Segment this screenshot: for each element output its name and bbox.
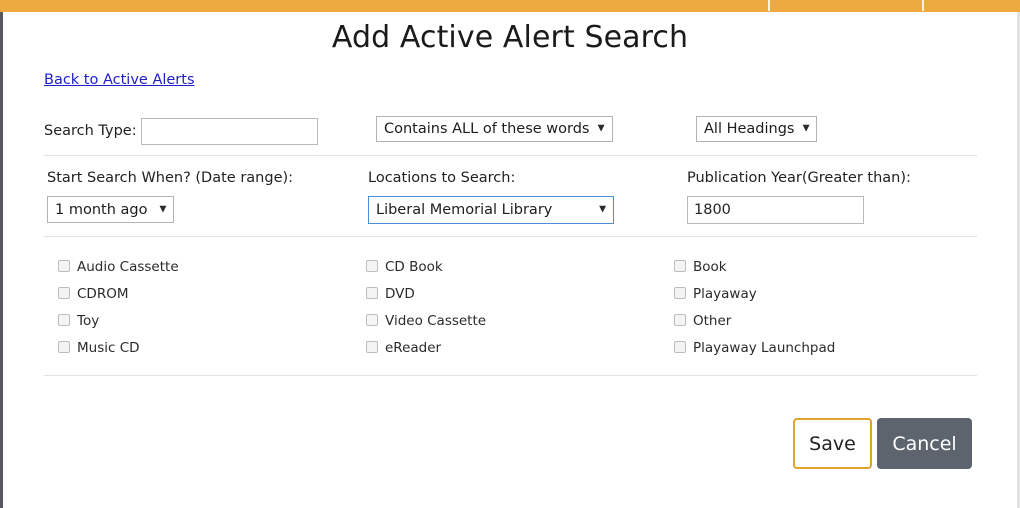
publication-year-input[interactable] <box>687 196 864 224</box>
locations-value: Liberal Memorial Library <box>376 202 553 218</box>
chevron-down-icon: ▼ <box>802 123 810 134</box>
checkbox-icon[interactable] <box>674 259 686 272</box>
checkbox-label: Music CD <box>77 339 140 356</box>
checkbox-item[interactable]: Toy <box>58 307 179 334</box>
checkbox-icon[interactable] <box>366 340 378 353</box>
headings-select[interactable]: All Headings ▼ <box>696 116 818 142</box>
locations-label: Locations to Search: <box>368 170 516 186</box>
chevron-down-icon: ▼ <box>597 123 605 134</box>
chevron-down-icon: ▼ <box>159 204 167 214</box>
checkbox-label: Other <box>693 312 732 329</box>
publication-year-group: Publication Year(Greater than): <box>687 170 911 224</box>
criteria-row: Start Search When? (Date range): 1 month… <box>3 156 1017 236</box>
format-column-3: Book Playaway Other Playaway Launchpad <box>674 253 835 361</box>
date-range-select[interactable]: 1 month ago ▼ <box>47 196 175 223</box>
locations-select[interactable]: Liberal Memorial Library ▼ <box>368 196 614 224</box>
checkbox-label: DVD <box>385 285 415 302</box>
search-type-label: Search Type: <box>44 123 137 139</box>
search-type-input[interactable] <box>140 117 318 145</box>
checkbox-item[interactable]: CDROM <box>58 280 179 307</box>
top-bar-separator <box>922 0 924 11</box>
locations-group: Locations to Search: Liberal Memorial Li… <box>368 170 614 224</box>
checkbox-label: Audio Cassette <box>77 258 179 275</box>
date-range-label: Start Search When? (Date range): <box>47 170 294 186</box>
checkbox-icon[interactable] <box>366 286 378 299</box>
checkbox-label: eReader <box>385 339 442 356</box>
checkbox-item[interactable]: Playaway Launchpad <box>674 334 835 361</box>
publication-year-label: Publication Year(Greater than): <box>687 170 911 186</box>
checkbox-item[interactable]: Audio Cassette <box>58 253 179 280</box>
checkbox-icon[interactable] <box>58 286 70 299</box>
checkbox-icon[interactable] <box>58 313 70 326</box>
checkbox-icon[interactable] <box>58 259 70 272</box>
checkbox-item[interactable]: Music CD <box>58 334 179 361</box>
top-bar-separator <box>768 0 770 11</box>
app-top-bar <box>0 0 1020 12</box>
checkbox-label: Video Cassette <box>385 312 487 329</box>
checkbox-label: CD Book <box>385 258 443 275</box>
checkbox-item[interactable]: Playaway <box>674 280 835 307</box>
checkbox-item[interactable]: Book <box>674 253 835 280</box>
match-mode-value: Contains ALL of these words <box>384 121 590 137</box>
back-to-active-alerts-link[interactable]: Back to Active Alerts <box>44 72 195 88</box>
headings-value: All Headings <box>704 121 795 137</box>
cancel-button[interactable]: Cancel <box>877 418 972 469</box>
chevron-down-icon: ▼ <box>599 204 606 215</box>
checkbox-icon[interactable] <box>674 313 686 326</box>
checkbox-label: Book <box>693 258 727 275</box>
match-mode-select[interactable]: Contains ALL of these words ▼ <box>376 116 613 142</box>
format-column-2: CD Book DVD Video Cassette eReader <box>366 253 486 361</box>
date-range-value: 1 month ago <box>55 201 148 218</box>
checkbox-label: Toy <box>77 312 100 329</box>
page-content: Add Active Alert Search Back to Active A… <box>3 12 1017 508</box>
checkbox-item[interactable]: DVD <box>366 280 486 307</box>
checkbox-icon[interactable] <box>366 313 378 326</box>
page-root: Add Active Alert Search Back to Active A… <box>0 0 1020 508</box>
checkbox-item[interactable]: CD Book <box>366 253 486 280</box>
save-button[interactable]: Save <box>793 418 872 469</box>
checkbox-item[interactable]: Video Cassette <box>366 307 486 334</box>
footer-actions: Save Cancel <box>3 376 1017 476</box>
checkbox-icon[interactable] <box>674 340 686 353</box>
format-column-1: Audio Cassette CDROM Toy Music CD <box>58 253 179 361</box>
checkbox-item[interactable]: Other <box>674 307 835 334</box>
checkbox-label: Playaway <box>693 285 757 302</box>
date-range-group: Start Search When? (Date range): 1 month… <box>47 170 293 223</box>
checkbox-item[interactable]: eReader <box>366 334 486 361</box>
checkbox-label: CDROM <box>77 285 129 302</box>
back-link-container: Back to Active Alerts <box>3 55 1017 88</box>
search-type-row: Search Type: Contains ALL of these words… <box>3 107 1017 155</box>
checkbox-icon[interactable] <box>674 286 686 299</box>
checkbox-icon[interactable] <box>366 259 378 272</box>
format-checkbox-row: Audio Cassette CDROM Toy Music CD CD Boo… <box>3 237 1017 375</box>
page-title: Add Active Alert Search <box>331 20 689 55</box>
checkbox-icon[interactable] <box>58 340 70 353</box>
checkbox-label: Playaway Launchpad <box>693 339 836 356</box>
